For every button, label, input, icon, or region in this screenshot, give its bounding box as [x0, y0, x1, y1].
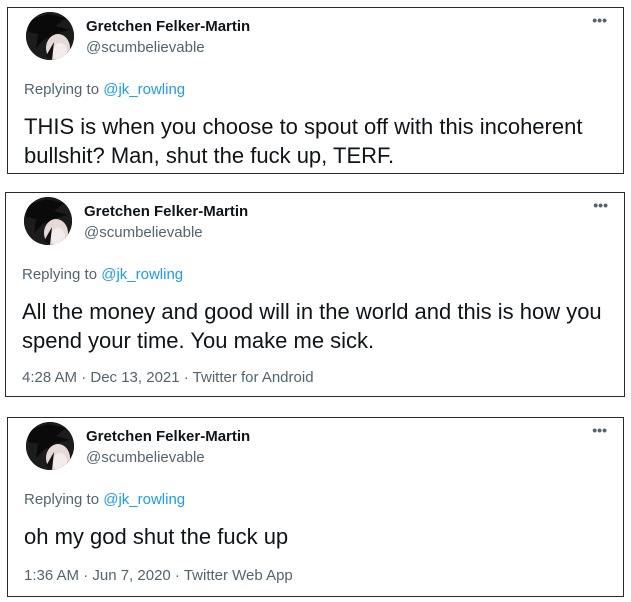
- display-name[interactable]: Gretchen Felker-Martin: [84, 203, 248, 220]
- avatar-image: [24, 197, 72, 245]
- display-name[interactable]: Gretchen Felker-Martin: [86, 18, 250, 35]
- tweet-text: THIS is when you choose to spout off wit…: [24, 114, 583, 168]
- avatar-image: [26, 12, 74, 60]
- tweet-card[interactable]: Gretchen Felker-Martin @scumbelievable •…: [7, 7, 624, 174]
- avatar-image: [26, 422, 74, 470]
- tweet-text: All the money and good will in the world…: [22, 299, 602, 353]
- replying-to-line: Replying to @jk_rowling: [24, 81, 185, 98]
- replying-to-line: Replying to @jk_rowling: [22, 266, 183, 283]
- user-handle[interactable]: @scumbelievable: [84, 224, 203, 241]
- avatar[interactable]: [24, 197, 72, 245]
- avatar[interactable]: [26, 12, 74, 60]
- replying-to-label: Replying to: [24, 81, 104, 98]
- display-name[interactable]: Gretchen Felker-Martin: [86, 428, 250, 445]
- user-handle[interactable]: @scumbelievable: [86, 39, 205, 56]
- replying-to-line: Replying to @jk_rowling: [24, 491, 185, 508]
- tweet-timestamp[interactable]: 1:36 AM · Jun 7, 2020 · Twitter Web App: [24, 567, 293, 584]
- more-options-icon[interactable]: •••: [592, 12, 607, 28]
- tweet-card[interactable]: Gretchen Felker-Martin @scumbelievable •…: [7, 417, 624, 597]
- more-options-icon[interactable]: •••: [592, 422, 607, 438]
- more-options-icon[interactable]: •••: [593, 197, 608, 213]
- replying-to-mention-link[interactable]: @jk_rowling: [103, 81, 185, 98]
- replying-to-label: Replying to: [22, 266, 102, 283]
- replying-to-label: Replying to: [24, 491, 104, 508]
- tweet-timestamp[interactable]: 4:28 AM · Dec 13, 2021 · Twitter for And…: [22, 369, 314, 386]
- tweet-text: oh my god shut the fuck up: [24, 524, 289, 549]
- replying-to-mention-link[interactable]: @jk_rowling: [103, 491, 185, 508]
- user-handle[interactable]: @scumbelievable: [86, 449, 205, 466]
- avatar[interactable]: [26, 422, 74, 470]
- tweet-card[interactable]: Gretchen Felker-Martin @scumbelievable •…: [5, 192, 625, 397]
- replying-to-mention-link[interactable]: @jk_rowling: [101, 266, 183, 283]
